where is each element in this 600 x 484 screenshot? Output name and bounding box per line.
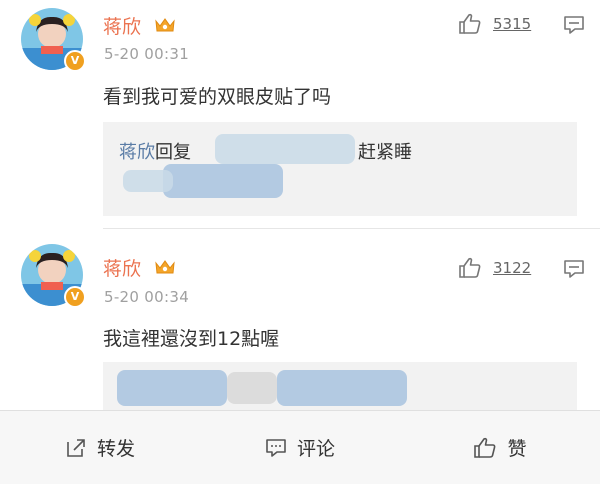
comment-item: V 蒋欣 5-20 00:34 我這裡還沒到12點喔 3122: [0, 230, 600, 410]
comment-button[interactable]: 评论: [200, 411, 400, 484]
redaction-blur: [117, 370, 227, 406]
comment-icon: [266, 438, 286, 457]
reply-box[interactable]: 蒋欣回复 赶紧睡: [103, 122, 577, 216]
reply-box[interactable]: [103, 362, 577, 410]
reply-line: 蒋欣回复: [119, 138, 191, 164]
thumbs-up-icon: [474, 437, 496, 458]
comment-item: V 蒋欣 5-20 00:31 看到我可爱的双眼皮贴了吗 5315 蒋欣回复 赶…: [0, 0, 600, 226]
redaction-blur: [215, 134, 355, 164]
username[interactable]: 蒋欣: [103, 12, 141, 39]
comment-icon[interactable]: [563, 258, 585, 280]
like-count[interactable]: 3122: [493, 259, 531, 277]
crown-badge-icon: [155, 260, 175, 274]
like-button[interactable]: 赞: [400, 411, 600, 484]
comment-text: 看到我可爱的双眼皮贴了吗: [103, 86, 332, 108]
timestamp: 5-20 00:34: [104, 288, 190, 306]
thumbs-up-icon[interactable]: [458, 12, 482, 36]
username[interactable]: 蒋欣: [103, 254, 141, 281]
like-count[interactable]: 5315: [493, 15, 531, 33]
repost-icon: [67, 438, 85, 457]
comment-icon[interactable]: [563, 14, 585, 36]
redaction-blur: [227, 372, 277, 404]
verified-badge-icon: V: [64, 50, 86, 72]
bottom-action-bar: 转发 评论 赞: [0, 410, 600, 484]
redaction-blur: [163, 164, 283, 198]
redaction-blur: [123, 170, 173, 192]
comment-label: 评论: [296, 438, 335, 460]
like-label: 赞: [507, 438, 527, 460]
crown-badge-icon: [155, 18, 175, 32]
repost-label: 转发: [96, 438, 135, 460]
verified-badge-icon: V: [64, 286, 86, 308]
redaction-blur: [277, 370, 407, 406]
reply-username[interactable]: 蒋欣: [119, 142, 155, 163]
comment-text: 我這裡還沒到12點喔: [103, 328, 280, 350]
divider: [103, 228, 600, 229]
reply-visible-text: 赶紧睡: [358, 142, 412, 163]
reply-label: 回复: [155, 142, 191, 163]
repost-button[interactable]: 转发: [0, 411, 200, 484]
timestamp: 5-20 00:31: [104, 45, 190, 63]
thumbs-up-icon[interactable]: [458, 256, 482, 280]
